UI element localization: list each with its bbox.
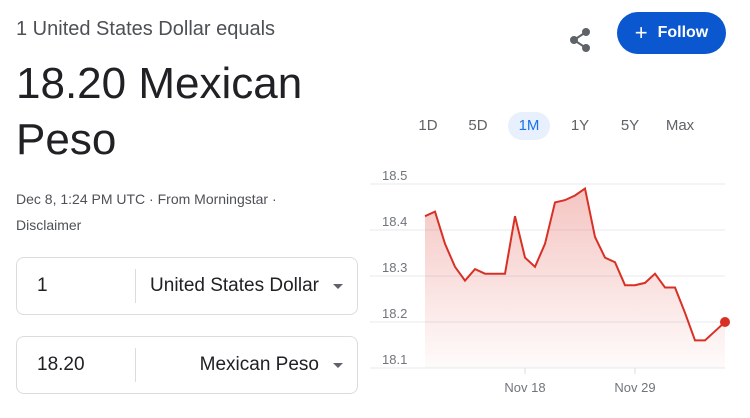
range-tabs: 1D 5D 1M 1Y 5Y Max [404, 112, 728, 140]
disclaimer-link[interactable]: Disclaimer [16, 217, 81, 233]
timestamp: Dec 8, 1:24 PM UTC [16, 191, 146, 207]
from-currency-row: 1 United States Dollar [16, 257, 358, 315]
to-amount-input[interactable]: 18.20 [17, 354, 135, 376]
tab-max[interactable]: Max [660, 112, 700, 140]
plus-icon: + [634, 20, 648, 45]
from-amount-input[interactable]: 1 [17, 275, 135, 297]
y-tick-label: 18.5 [382, 168, 407, 183]
share-icon[interactable] [566, 26, 594, 54]
tab-5d[interactable]: 5D [460, 112, 496, 140]
to-currency-label: Mexican Peso [199, 354, 319, 375]
from-currency-label: United States Dollar [150, 275, 319, 296]
tab-1y[interactable]: 1Y [562, 112, 598, 140]
to-currency-row: 18.20 Mexican Peso [16, 336, 358, 394]
y-tick-label: 18.1 [382, 352, 407, 367]
y-tick-label: 18.3 [382, 260, 407, 275]
exchange-rate-chart: 18.5 18.4 18.3 18.2 18.1 Nov 18 Nov 29 [370, 168, 730, 395]
y-tick-label: 18.2 [382, 306, 407, 321]
rate-meta: Dec 8, 1:24 PM UTC · From Morningstar · … [16, 186, 356, 238]
source-link[interactable]: From Morningstar [158, 191, 268, 207]
dropdown-caret-icon [333, 362, 343, 368]
tab-1d[interactable]: 1D [410, 112, 446, 140]
series-endpoint [720, 317, 730, 327]
tab-1m[interactable]: 1M [508, 112, 550, 140]
x-tick-label: Nov 18 [504, 380, 545, 395]
meta-separator: · [149, 191, 154, 207]
area-fill [425, 188, 725, 368]
x-tick-label: Nov 29 [614, 380, 655, 395]
from-currency-select[interactable]: United States Dollar [136, 275, 357, 297]
tab-5y[interactable]: 5Y [612, 112, 648, 140]
follow-button[interactable]: + Follow [617, 12, 726, 54]
y-tick-label: 18.4 [382, 214, 407, 229]
meta-separator: · [271, 191, 277, 207]
to-currency-select[interactable]: Mexican Peso [136, 354, 357, 376]
converted-rate: 18.20 Mexican Peso [16, 59, 303, 164]
follow-label: Follow [657, 24, 709, 41]
conversion-headline: 1 United States Dollar equals [16, 18, 276, 40]
dropdown-caret-icon [333, 283, 343, 289]
